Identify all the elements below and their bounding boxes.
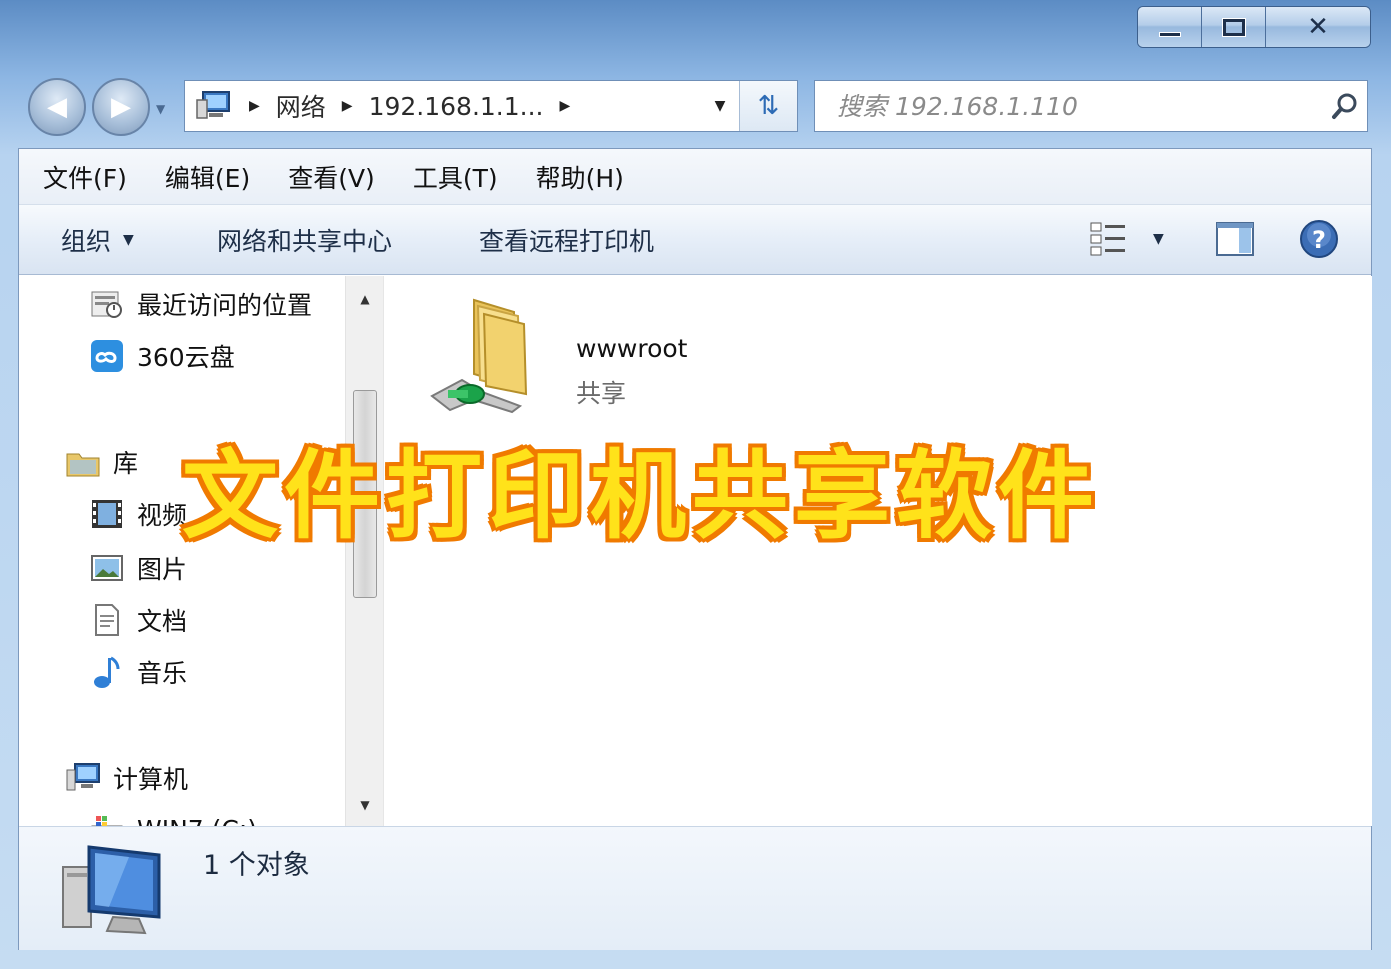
nav-label: 最近访问的位置 xyxy=(137,291,313,320)
nav-item-libraries[interactable]: 库 xyxy=(65,444,138,480)
cloud-disk-icon xyxy=(89,339,125,373)
view-details-icon xyxy=(1090,222,1125,256)
search-icon[interactable] xyxy=(1323,92,1367,120)
video-icon xyxy=(89,497,125,531)
overlay-banner: 文件打印机共享软件 xyxy=(182,440,1100,552)
breadcrumb-arrow-icon[interactable]: ▶ xyxy=(560,98,571,114)
documents-icon xyxy=(89,603,125,637)
nav-item-music[interactable]: 音乐 xyxy=(89,654,187,690)
nav-item-360-cloud[interactable]: 360云盘 xyxy=(89,338,235,374)
menu-edit[interactable]: 编辑(E) xyxy=(165,159,250,195)
organize-label: 组织 xyxy=(61,226,112,256)
nav-label: 计算机 xyxy=(113,765,189,794)
network-sharing-center-label: 网络和共享中心 xyxy=(217,226,393,256)
chevron-down-icon[interactable]: ▼ xyxy=(1153,231,1164,247)
nav-label: 360云盘 xyxy=(137,343,235,372)
minimize-button[interactable] xyxy=(1138,7,1202,47)
nav-item-drive-c[interactable]: WIN7 (C:) xyxy=(89,812,257,826)
change-view-button[interactable]: ▼ xyxy=(1089,219,1164,259)
breadcrumb-network[interactable]: 网络 xyxy=(276,88,326,124)
command-bar: 组织 ▼ 网络和共享中心 查看远程打印机 ▼ ? xyxy=(19,205,1371,275)
item-count: 1 个对象 xyxy=(203,850,310,881)
explorer-window: ✕ ◀ ▶ ▼ ▶ 网络 ▶ 192.168.1.1... ▶ ▼ ⇅ 搜索 1… xyxy=(0,0,1391,969)
address-history-dropdown[interactable]: ▼ xyxy=(703,81,737,131)
nav-item-computer[interactable]: 计算机 xyxy=(65,760,188,796)
recent-places-icon xyxy=(89,287,125,321)
nav-label: 库 xyxy=(113,449,139,478)
scroll-up-button[interactable]: ▲ xyxy=(346,282,384,316)
close-icon: ✕ xyxy=(1307,12,1329,42)
scroll-down-icon: ▼ xyxy=(360,798,370,812)
breadcrumb-arrow-icon[interactable]: ▶ xyxy=(249,98,260,114)
svg-text:?: ? xyxy=(1312,226,1326,254)
scroll-down-button[interactable]: ▼ xyxy=(346,788,384,822)
back-arrow-icon: ◀ xyxy=(47,92,67,122)
file-name: wwwroot xyxy=(576,334,688,363)
organize-button[interactable]: 组织 ▼ xyxy=(61,222,134,258)
nav-label: 图片 xyxy=(137,555,188,584)
view-remote-printers-label: 查看远程打印机 xyxy=(479,226,655,256)
close-button[interactable]: ✕ xyxy=(1266,7,1370,47)
menu-view[interactable]: 查看(V) xyxy=(288,159,375,195)
forward-arrow-icon: ▶ xyxy=(111,92,131,122)
network-location-icon xyxy=(193,88,233,124)
nav-label: 音乐 xyxy=(137,659,188,688)
caption-buttons: ✕ xyxy=(1137,6,1371,48)
refresh-icon: ⇅ xyxy=(757,91,780,121)
minimize-icon xyxy=(1158,31,1181,37)
view-remote-printers-button[interactable]: 查看远程打印机 xyxy=(479,222,654,258)
search-box xyxy=(814,80,1368,132)
scroll-up-icon: ▲ xyxy=(360,292,370,306)
forward-button[interactable]: ▶ xyxy=(92,78,150,136)
preview-pane-button[interactable] xyxy=(1215,221,1255,261)
pictures-icon xyxy=(89,551,125,585)
nav-item-videos[interactable]: 视频 xyxy=(89,496,187,532)
nav-label: 文档 xyxy=(137,607,188,636)
help-button[interactable]: ? xyxy=(1299,219,1339,263)
maximize-button[interactable] xyxy=(1202,7,1266,47)
nav-label: WIN7 (C:) xyxy=(137,815,257,827)
menu-tools[interactable]: 工具(T) xyxy=(413,159,498,195)
help-icon: ? xyxy=(1300,220,1338,258)
shared-folder-icon xyxy=(428,294,538,414)
address-bar[interactable]: ▶ 网络 ▶ 192.168.1.1... ▶ ▼ ⇅ xyxy=(184,80,798,132)
maximize-icon xyxy=(1221,17,1246,37)
drive-icon xyxy=(89,812,125,826)
details-pane: 1 个对象 xyxy=(19,826,1371,950)
music-icon xyxy=(89,655,125,689)
preview-pane-icon xyxy=(1216,222,1254,256)
nav-label: 视频 xyxy=(137,501,188,530)
menu-help[interactable]: 帮助(H) xyxy=(536,159,624,195)
nav-item-recent-places[interactable]: 最近访问的位置 xyxy=(89,286,312,322)
computer-icon xyxy=(65,761,101,795)
network-computer-icon xyxy=(59,841,169,941)
breadcrumb-arrow-icon[interactable]: ▶ xyxy=(342,98,353,114)
nav-item-documents[interactable]: 文档 xyxy=(89,602,187,638)
file-item[interactable]: wwwroot 共享 xyxy=(428,294,728,414)
recent-pages-dropdown[interactable]: ▼ xyxy=(156,102,165,116)
refresh-button[interactable]: ⇅ xyxy=(739,81,797,131)
network-sharing-center-button[interactable]: 网络和共享中心 xyxy=(217,222,392,258)
library-icon xyxy=(65,445,101,479)
breadcrumb-host[interactable]: 192.168.1.1... xyxy=(369,92,544,121)
chevron-down-icon: ▼ xyxy=(123,231,134,248)
menu-file[interactable]: 文件(F) xyxy=(43,159,127,195)
search-input[interactable] xyxy=(815,81,1323,131)
nav-item-pictures[interactable]: 图片 xyxy=(89,550,187,586)
menu-bar: 文件(F) 编辑(E) 查看(V) 工具(T) 帮助(H) xyxy=(19,149,1371,205)
file-type: 共享 xyxy=(576,379,627,408)
back-button[interactable]: ◀ xyxy=(28,78,86,136)
